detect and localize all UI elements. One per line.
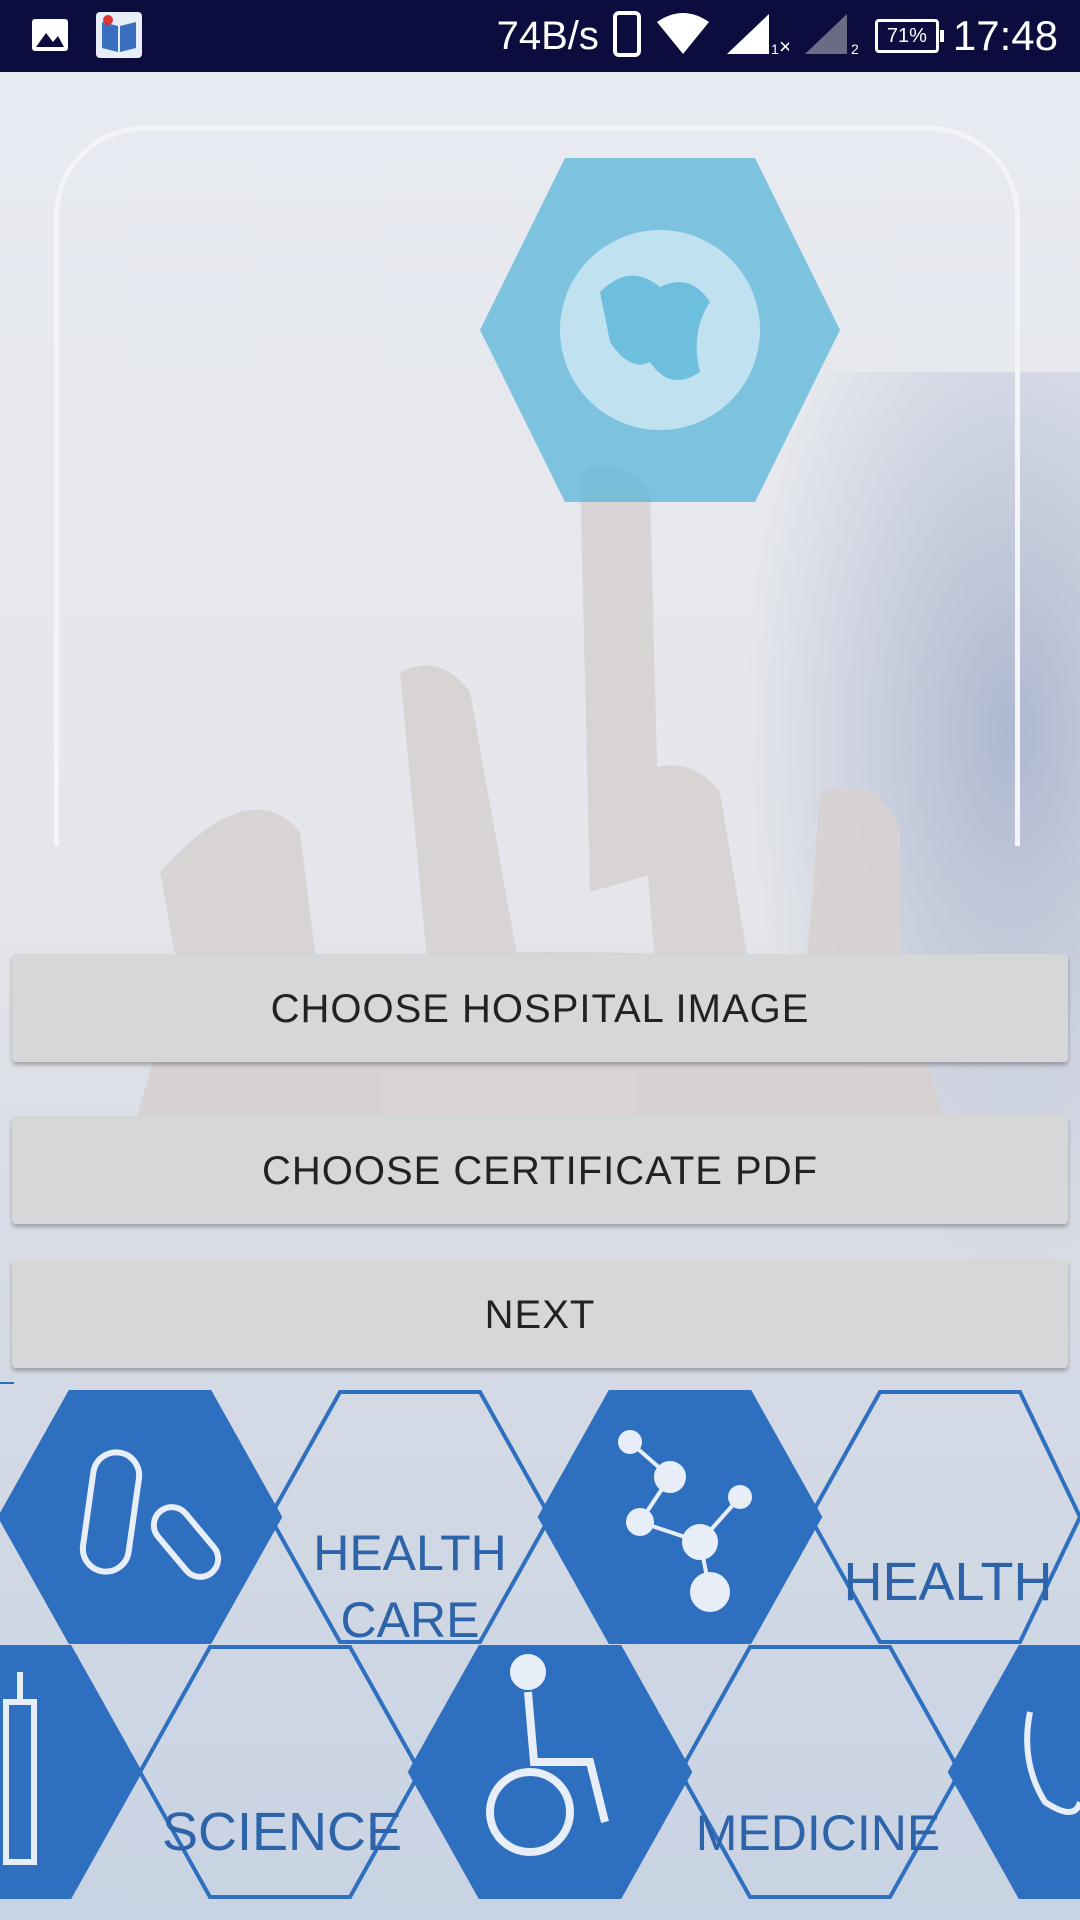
status-bar-left — [30, 10, 144, 65]
hex-label-health-care-line1: HEALTH — [313, 1525, 507, 1581]
hexagon-grid: HEALTH CARE HEALTH SCIENCE MEDICINE — [0, 1382, 1080, 1899]
choose-hospital-image-button[interactable]: CHOOSE HOSPITAL IMAGE — [12, 954, 1068, 1062]
net-speed: 74B/s — [496, 13, 599, 58]
gallery-icon — [30, 15, 70, 60]
book-app-icon — [94, 10, 144, 65]
hex-label-health-care-line2: CARE — [341, 1592, 480, 1648]
choose-certificate-pdf-button[interactable]: CHOOSE CERTIFICATE PDF — [12, 1116, 1068, 1224]
status-bar-right: 74B/s 1 × 2 71% 17:48 — [497, 6, 1058, 66]
hospital-image-frame — [54, 126, 1020, 846]
hex-label-health: HEALTH — [843, 1552, 1052, 1612]
svg-text:×: × — [779, 34, 789, 56]
battery-icon: 71% — [874, 19, 944, 53]
next-button[interactable]: NEXT — [12, 1260, 1068, 1368]
phone-icon — [612, 10, 641, 62]
clock: 17:48 — [952, 12, 1058, 59]
signal-sim1-icon: 1 × — [725, 12, 792, 61]
hex-label-science: SCIENCE — [162, 1802, 402, 1862]
signal-sim2-icon: 2 — [803, 12, 861, 61]
svg-text:1: 1 — [771, 41, 779, 56]
svg-text:2: 2 — [851, 41, 859, 56]
hex-label-medicine: MEDICINE — [696, 1805, 940, 1861]
status-bar: 74B/s 1 × 2 71% 17:48 — [0, 0, 1080, 72]
wifi-icon — [655, 12, 711, 61]
